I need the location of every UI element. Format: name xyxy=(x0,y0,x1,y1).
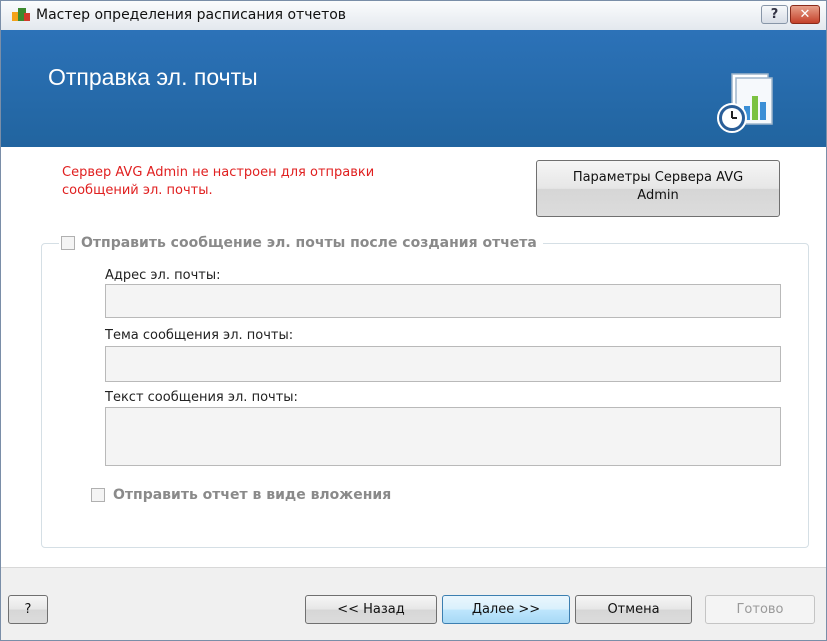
server-not-configured-message: Сервер AVG Admin не настроен для отправк… xyxy=(62,164,482,200)
wizard-content: Сервер AVG Admin не настроен для отправк… xyxy=(1,147,826,567)
wizard-window: Мастер определения расписания отчетов ? … xyxy=(0,0,827,641)
email-body-label: Текст сообщения эл. почты: xyxy=(105,390,298,405)
finish-button[interactable]: Готово xyxy=(705,595,815,624)
help-button[interactable]: ? xyxy=(8,595,48,624)
scheduled-report-icon xyxy=(717,73,773,133)
avg-logo-icon xyxy=(12,8,30,21)
send-email-checkbox-label: Отправить сообщение эл. почты после созд… xyxy=(81,235,537,251)
attach-report-checkbox-row[interactable]: Отправить отчет в виде вложения xyxy=(91,485,391,505)
email-address-input[interactable] xyxy=(105,284,781,318)
send-email-checkbox[interactable] xyxy=(61,236,75,250)
title-close-button[interactable]: ✕ xyxy=(790,5,820,24)
error-line-1: Сервер AVG Admin не настроен для отправк… xyxy=(62,165,375,180)
wizard-header: Отправка эл. почты xyxy=(1,30,826,147)
window-title: Мастер определения расписания отчетов xyxy=(36,7,347,23)
back-button[interactable]: << Назад xyxy=(305,595,437,624)
cancel-button[interactable]: Отмена xyxy=(575,595,692,624)
attach-report-checkbox-label: Отправить отчет в виде вложения xyxy=(113,487,392,503)
title-help-button[interactable]: ? xyxy=(761,5,788,24)
email-address-label: Адрес эл. почты: xyxy=(105,268,221,283)
avg-admin-server-settings-button[interactable]: Параметры Сервера AVG Admin xyxy=(536,160,780,217)
title-bar: Мастер определения расписания отчетов ? … xyxy=(1,1,826,31)
send-email-checkbox-row[interactable]: Отправить сообщение эл. почты после созд… xyxy=(59,233,543,253)
attach-report-checkbox[interactable] xyxy=(91,488,105,502)
page-title: Отправка эл. почты xyxy=(48,64,258,90)
error-line-2: сообщений эл. почты. xyxy=(62,183,213,198)
server-button-line-2: Admin xyxy=(637,188,679,203)
server-button-line-1: Параметры Сервера AVG xyxy=(572,170,744,185)
next-button[interactable]: Далее >> xyxy=(442,595,570,624)
email-subject-label: Тема сообщения эл. почты: xyxy=(105,328,294,343)
email-subject-input[interactable] xyxy=(105,346,781,382)
wizard-footer: ? << Назад Далее >> Отмена Готово xyxy=(1,568,826,640)
email-body-textarea[interactable] xyxy=(105,407,781,466)
